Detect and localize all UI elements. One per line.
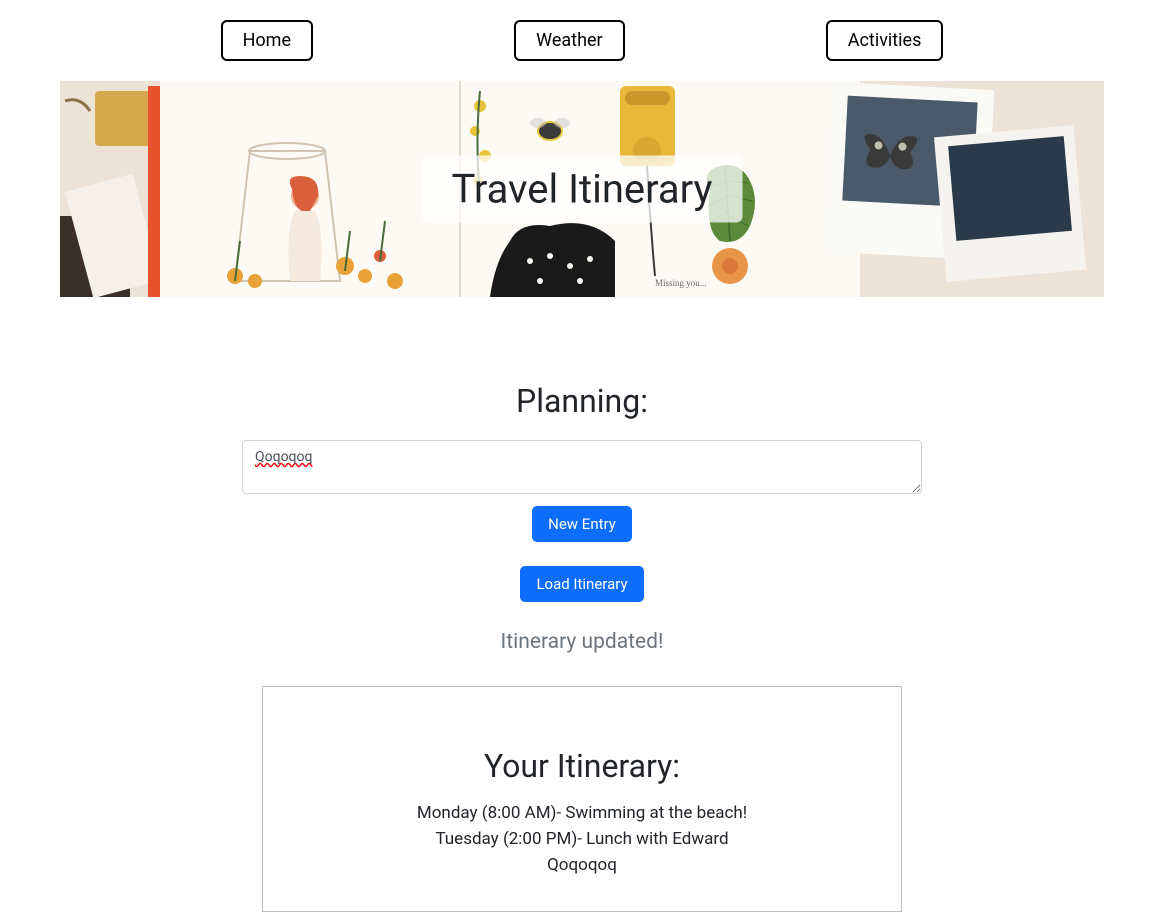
hero-title-box: Travel Itinerary — [422, 156, 743, 223]
status-message: Itinerary updated! — [501, 630, 664, 654]
hero-banner: Missing you... Travel Itinerary — [60, 81, 1104, 297]
nav-home-button[interactable]: Home — [221, 20, 313, 61]
load-itinerary-button[interactable]: Load Itinerary — [520, 566, 643, 602]
svg-text:Missing you...: Missing you... — [655, 278, 707, 288]
hero-title: Travel Itinerary — [452, 166, 713, 213]
itinerary-card: Your Itinerary: Monday (8:00 AM)- Swimmi… — [262, 686, 902, 912]
new-entry-button[interactable]: New Entry — [532, 506, 632, 542]
nav-activities-button[interactable]: Activities — [826, 20, 944, 61]
itinerary-item: Tuesday (2:00 PM)- Lunch with Edward — [435, 829, 728, 849]
itinerary-item: Qoqoqoq — [547, 855, 617, 875]
itinerary-heading: Your Itinerary: — [484, 747, 680, 785]
main-content: Planning: New Entry Load Itinerary Itine… — [0, 297, 1164, 912]
top-nav: Home Weather Activities — [0, 0, 1164, 81]
planning-input[interactable] — [242, 440, 922, 494]
planning-heading: Planning: — [516, 382, 648, 420]
nav-weather-button[interactable]: Weather — [514, 20, 624, 61]
itinerary-item: Monday (8:00 AM)- Swimming at the beach! — [417, 803, 747, 823]
